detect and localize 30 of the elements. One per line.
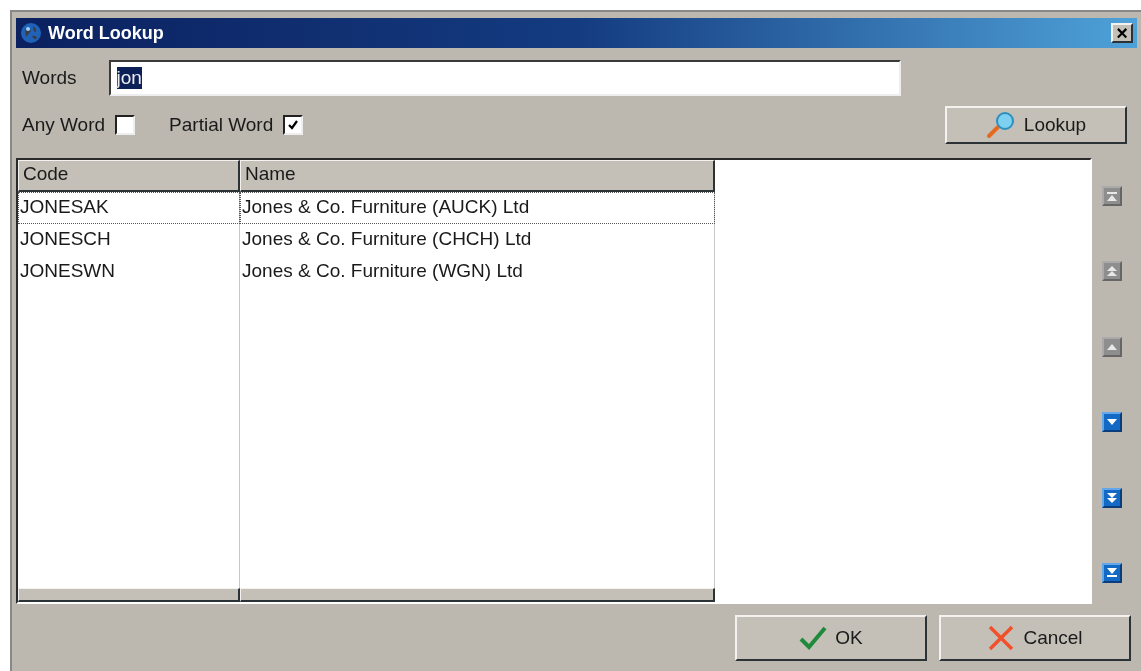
window-title: Word Lookup (48, 22, 165, 44)
page-down-arrow-icon (1105, 490, 1119, 505)
column-header[interactable]: Name (240, 160, 715, 192)
search-icon (985, 111, 1016, 139)
cross-icon (987, 625, 1016, 651)
column-header[interactable]: Code (18, 160, 240, 192)
cancel-button[interactable]: Cancel (939, 615, 1131, 661)
table-cell[interactable]: JONESWN (18, 256, 240, 288)
table-cell[interactable]: JONESAK (18, 192, 240, 224)
checkbox-label: Partial Word (169, 114, 274, 136)
checkbox[interactable] (283, 115, 304, 135)
page-up-arrow-icon (1105, 264, 1119, 279)
checkbox[interactable] (115, 115, 136, 135)
page-down-button[interactable] (1102, 487, 1122, 508)
last-arrow-icon (1105, 565, 1119, 580)
words-label: Words (22, 67, 77, 89)
table-cell[interactable]: JONESCH (18, 224, 240, 256)
down-button[interactable] (1102, 412, 1122, 433)
checkbox-label: Any Word (22, 114, 106, 136)
check-icon (287, 119, 300, 131)
table-cell[interactable]: Jones & Co. Furniture (CHCH) Ltd (240, 224, 715, 256)
last-button[interactable] (1102, 562, 1122, 583)
ok-button[interactable]: OK (735, 615, 927, 661)
close-button[interactable]: × (1111, 23, 1133, 43)
lookup-button[interactable]: Lookup (945, 106, 1127, 144)
table-cell[interactable]: Jones & Co. Furniture (AUCK) Ltd (240, 192, 715, 224)
first-arrow-icon (1105, 189, 1119, 203)
check-icon (799, 626, 828, 650)
table-cell[interactable]: Jones & Co. Furniture (WGN) Ltd (240, 256, 715, 288)
globe-icon (20, 22, 42, 44)
